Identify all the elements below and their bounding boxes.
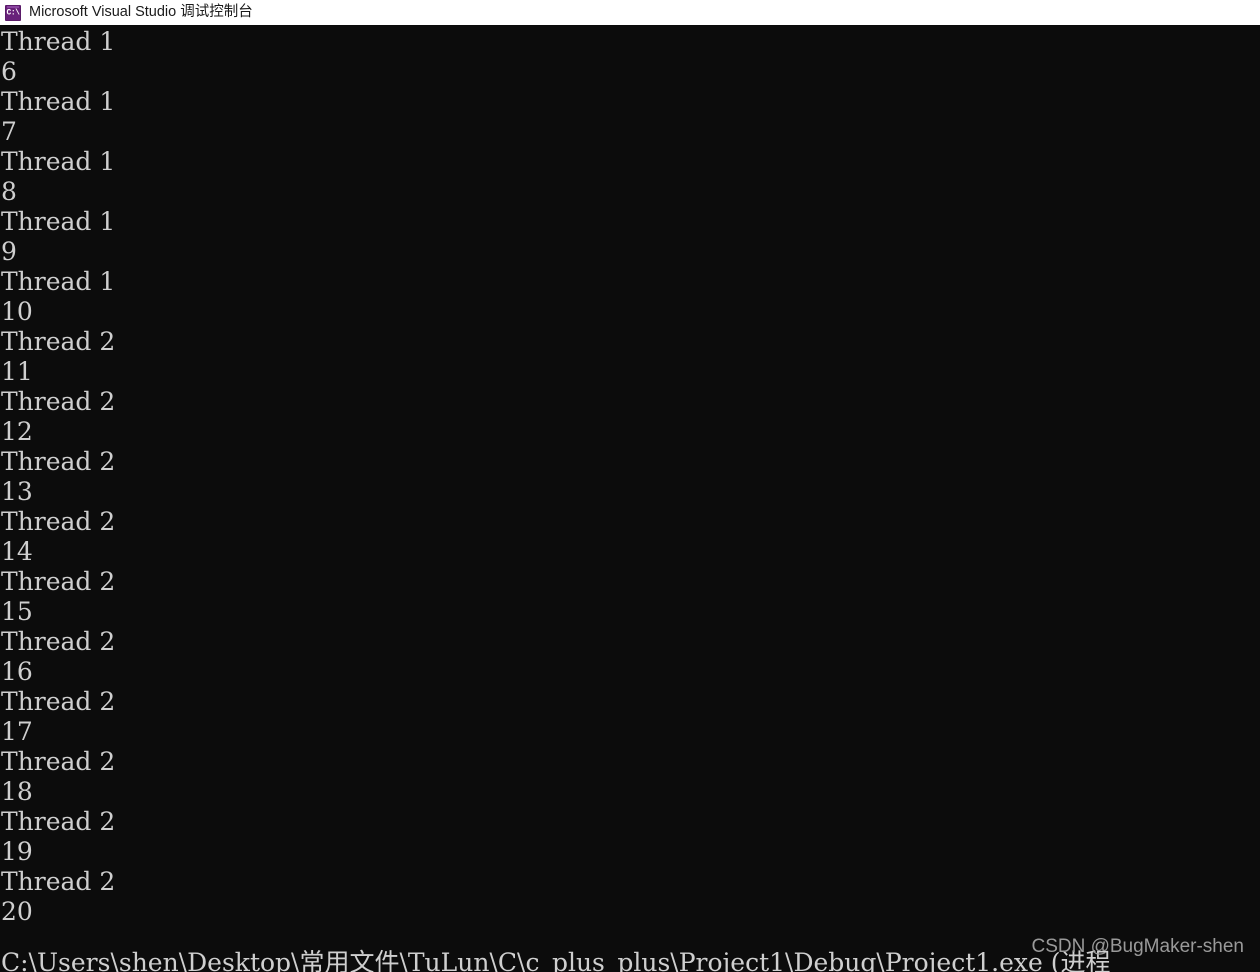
debug-console-window: C:\ Microsoft Visual Studio 调试控制台 Thread… <box>0 0 1260 972</box>
console-line: 20 <box>1 897 33 926</box>
console-line: Thread 2 <box>1 447 116 476</box>
console-line: 7 <box>1 117 17 146</box>
console-line: Thread 2 <box>1 507 116 536</box>
console-line: 6 <box>1 57 17 86</box>
window-title: Microsoft Visual Studio 调试控制台 <box>29 4 253 21</box>
console-output-area[interactable]: Thread 1 6 Thread 1 7 Thread 1 8 Thread 1 9 Thre… <box>0 27 1260 972</box>
console-line: Thread 1 <box>1 27 116 56</box>
console-line: Thread 2 <box>1 327 116 356</box>
console-line: 18 <box>1 777 33 806</box>
console-line: Thread 1 <box>1 207 116 236</box>
console-app-icon: C:\ <box>5 4 21 21</box>
console-line: 19 <box>1 837 33 866</box>
console-line: 11 <box>1 357 33 386</box>
console-line: 14 <box>1 537 33 566</box>
console-exit-path-line: C:\Users\shen\Desktop\常用文件\TuLun\C\c_plu… <box>1 948 1111 972</box>
console-line: Thread 1 <box>1 147 116 176</box>
console-line: Thread 1 <box>1 267 116 296</box>
console-line: 8 <box>1 177 17 206</box>
console-app-icon-glyph: C:\ <box>6 8 20 17</box>
console-line: Thread 2 <box>1 387 116 416</box>
console-line: 13 <box>1 477 33 506</box>
console-line: 15 <box>1 597 33 626</box>
console-line: Thread 2 <box>1 687 116 716</box>
console-line: 9 <box>1 237 17 266</box>
console-line: 12 <box>1 417 33 446</box>
console-line: Thread 2 <box>1 627 116 656</box>
console-line: Thread 2 <box>1 807 116 836</box>
console-line: Thread 2 <box>1 867 116 896</box>
console-line: Thread 2 <box>1 747 116 776</box>
console-line: 10 <box>1 297 33 326</box>
console-line-list: Thread 1 6 Thread 1 7 Thread 1 8 Thread 1 9 Thre… <box>0 27 1260 927</box>
console-line: 17 <box>1 717 33 746</box>
window-titlebar: C:\ Microsoft Visual Studio 调试控制台 <box>0 0 1260 26</box>
console-line: 16 <box>1 657 33 686</box>
console-line: Thread 1 <box>1 87 116 116</box>
console-line: Thread 2 <box>1 567 116 596</box>
